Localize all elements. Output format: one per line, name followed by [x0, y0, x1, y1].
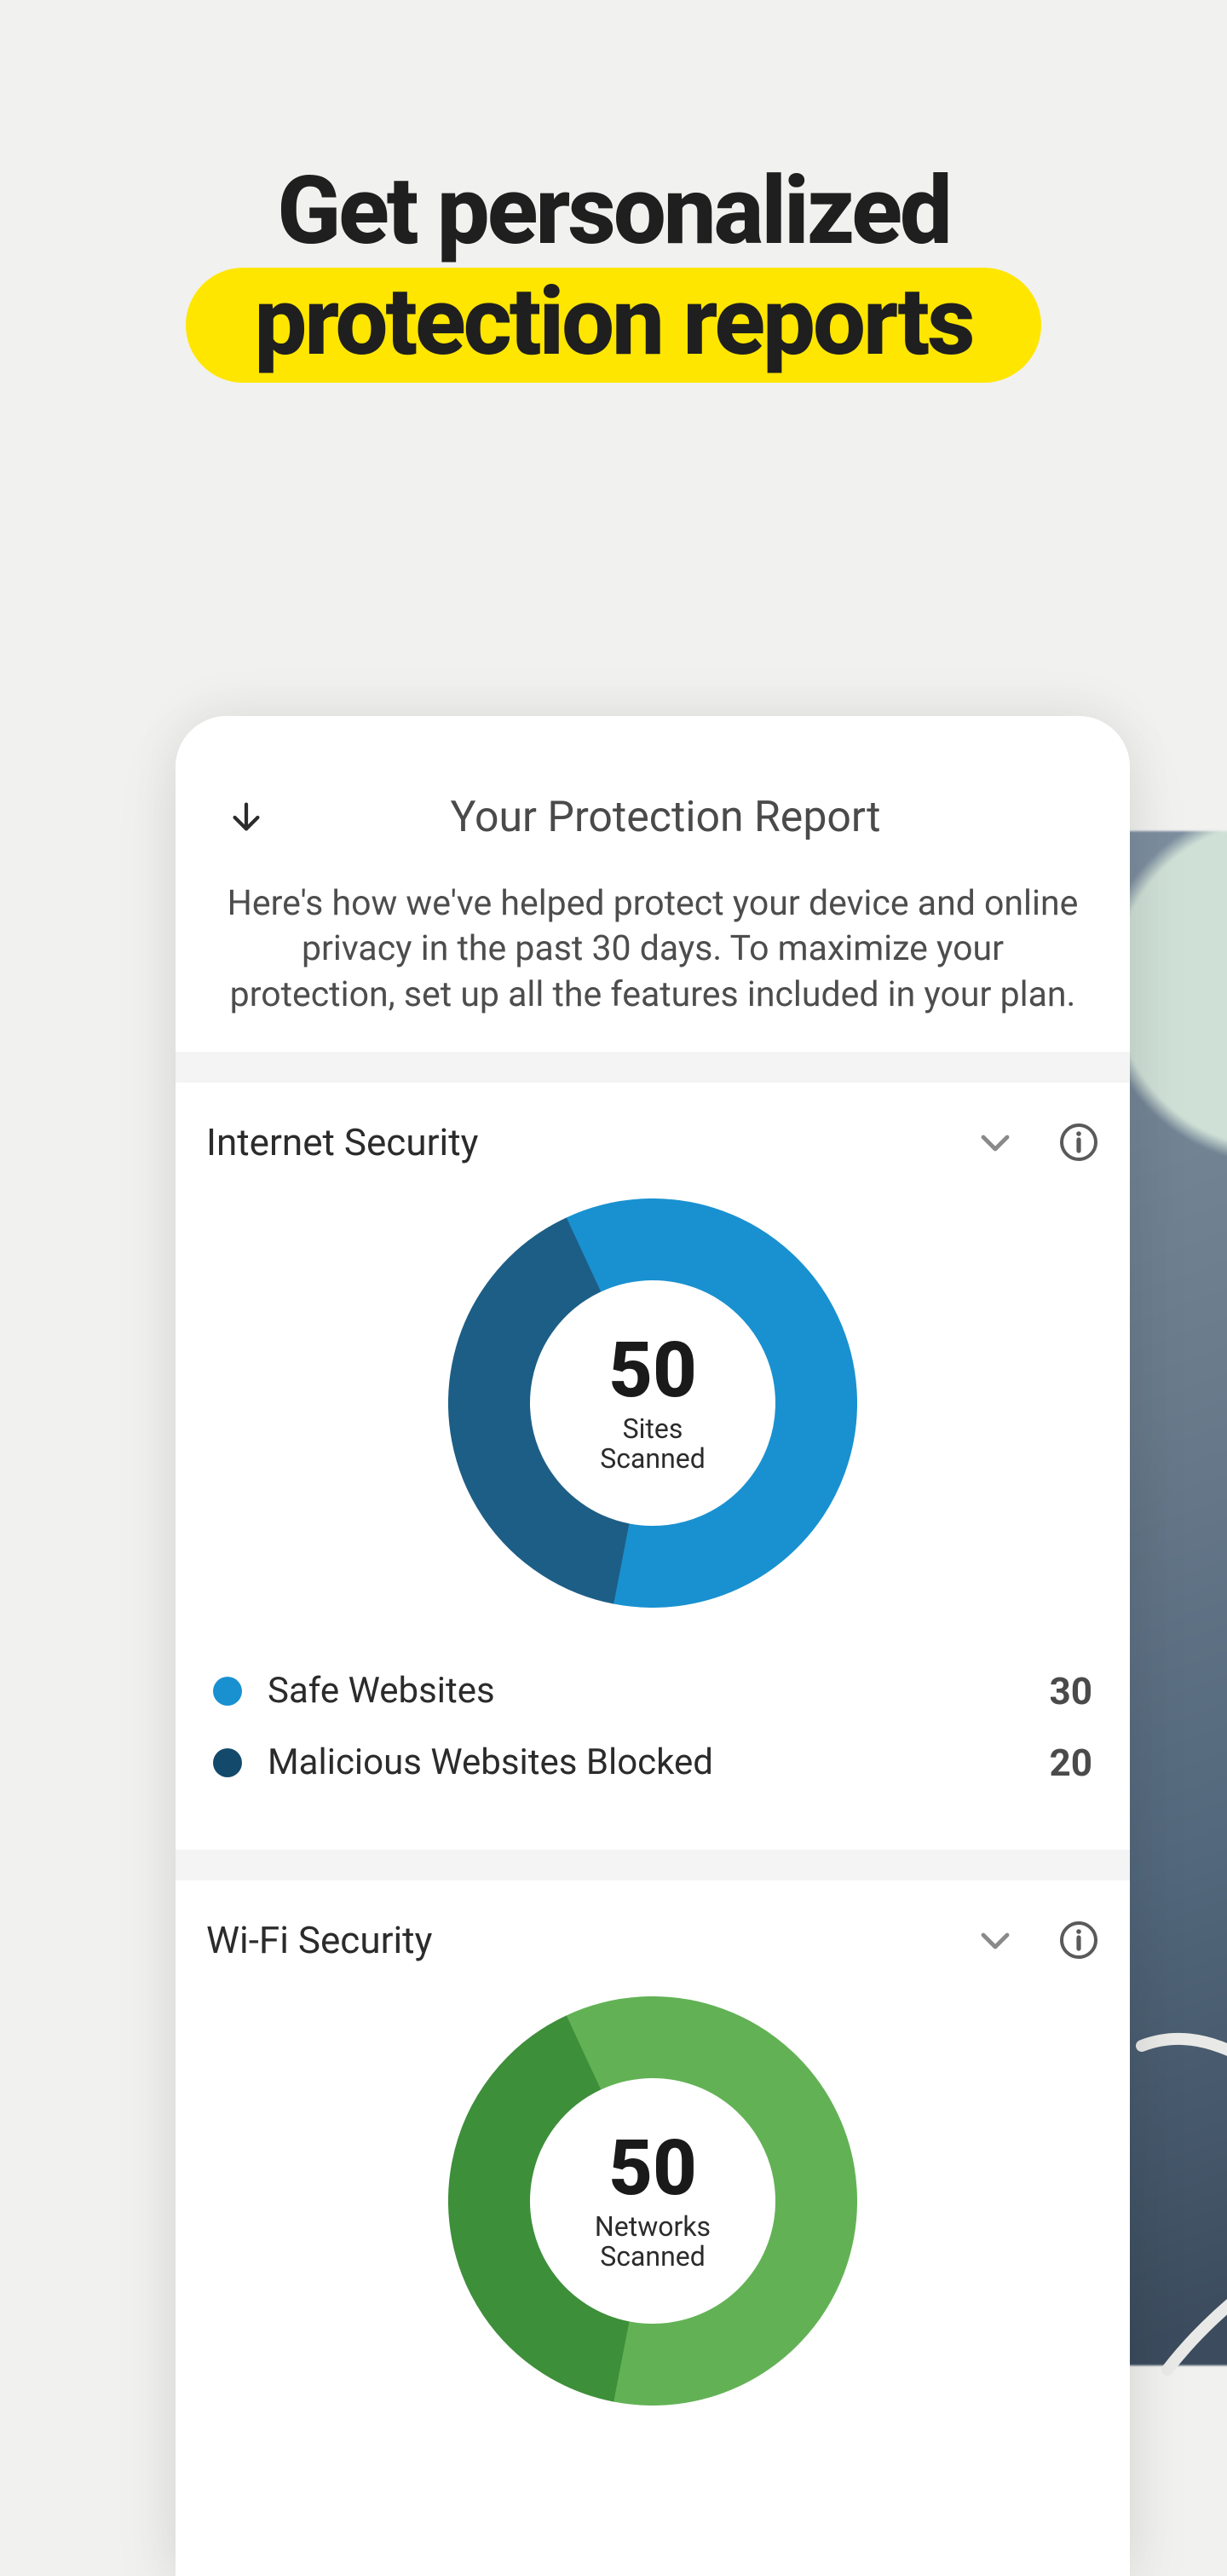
info-icon[interactable] — [1058, 1920, 1099, 1961]
section-header: Internet Security — [206, 1120, 1099, 1164]
section-header: Wi-Fi Security — [206, 1918, 1099, 1962]
donut-value: 50 — [608, 1332, 697, 1409]
section-title: Internet Security — [206, 1120, 975, 1164]
donut-value: 50 — [608, 2130, 697, 2207]
donut-label: Networks Scanned — [567, 2212, 738, 2272]
chevron-down-icon[interactable] — [975, 1122, 1016, 1163]
background-photo — [1125, 831, 1227, 2365]
legend-dot — [213, 1748, 242, 1777]
wifi-security-section: Wi-Fi Security 50 Networks Scanned — [176, 1880, 1130, 2576]
internet-legend: Safe Websites 30 Malicious Websites Bloc… — [206, 1655, 1099, 1799]
hero-line1: Get personalized — [0, 162, 1227, 261]
title-row: Your Protection Report — [210, 793, 1096, 842]
page-title: Your Protection Report — [235, 793, 1096, 842]
legend-row: Safe Websites 30 — [213, 1655, 1092, 1727]
donut-center: 50 Sites Scanned — [448, 1198, 857, 1608]
phone-mockup: Your Protection Report Here's how we've … — [176, 716, 1130, 2576]
hero-highlight: protection reports — [186, 268, 1040, 384]
legend-label: Malicious Websites Blocked — [268, 1741, 1024, 1783]
page-description: Here's how we've helped protect your dev… — [210, 881, 1096, 1018]
legend-label: Safe Websites — [268, 1670, 1024, 1712]
donut-label: Sites Scanned — [567, 1414, 738, 1474]
report-header: Your Protection Report Here's how we've … — [176, 716, 1130, 1052]
internet-security-section: Internet Security 50 Sites Scanned — [176, 1083, 1130, 1850]
legend-row: Malicious Websites Blocked 20 — [213, 1727, 1092, 1799]
chevron-down-icon[interactable] — [975, 1920, 1016, 1961]
internet-donut-chart: 50 Sites Scanned — [206, 1198, 1099, 1608]
wifi-donut-chart: 50 Networks Scanned — [206, 1996, 1099, 2406]
donut-center: 50 Networks Scanned — [448, 1996, 857, 2406]
info-icon[interactable] — [1058, 1122, 1099, 1163]
hero-line2: protection reports — [254, 273, 972, 372]
legend-value: 20 — [1050, 1741, 1093, 1785]
legend-dot — [213, 1677, 242, 1706]
section-title: Wi-Fi Security — [206, 1918, 975, 1962]
legend-value: 30 — [1050, 1669, 1093, 1713]
hero: Get personalized protection reports — [0, 0, 1227, 383]
section-divider — [176, 1850, 1130, 1880]
section-divider — [176, 1052, 1130, 1083]
